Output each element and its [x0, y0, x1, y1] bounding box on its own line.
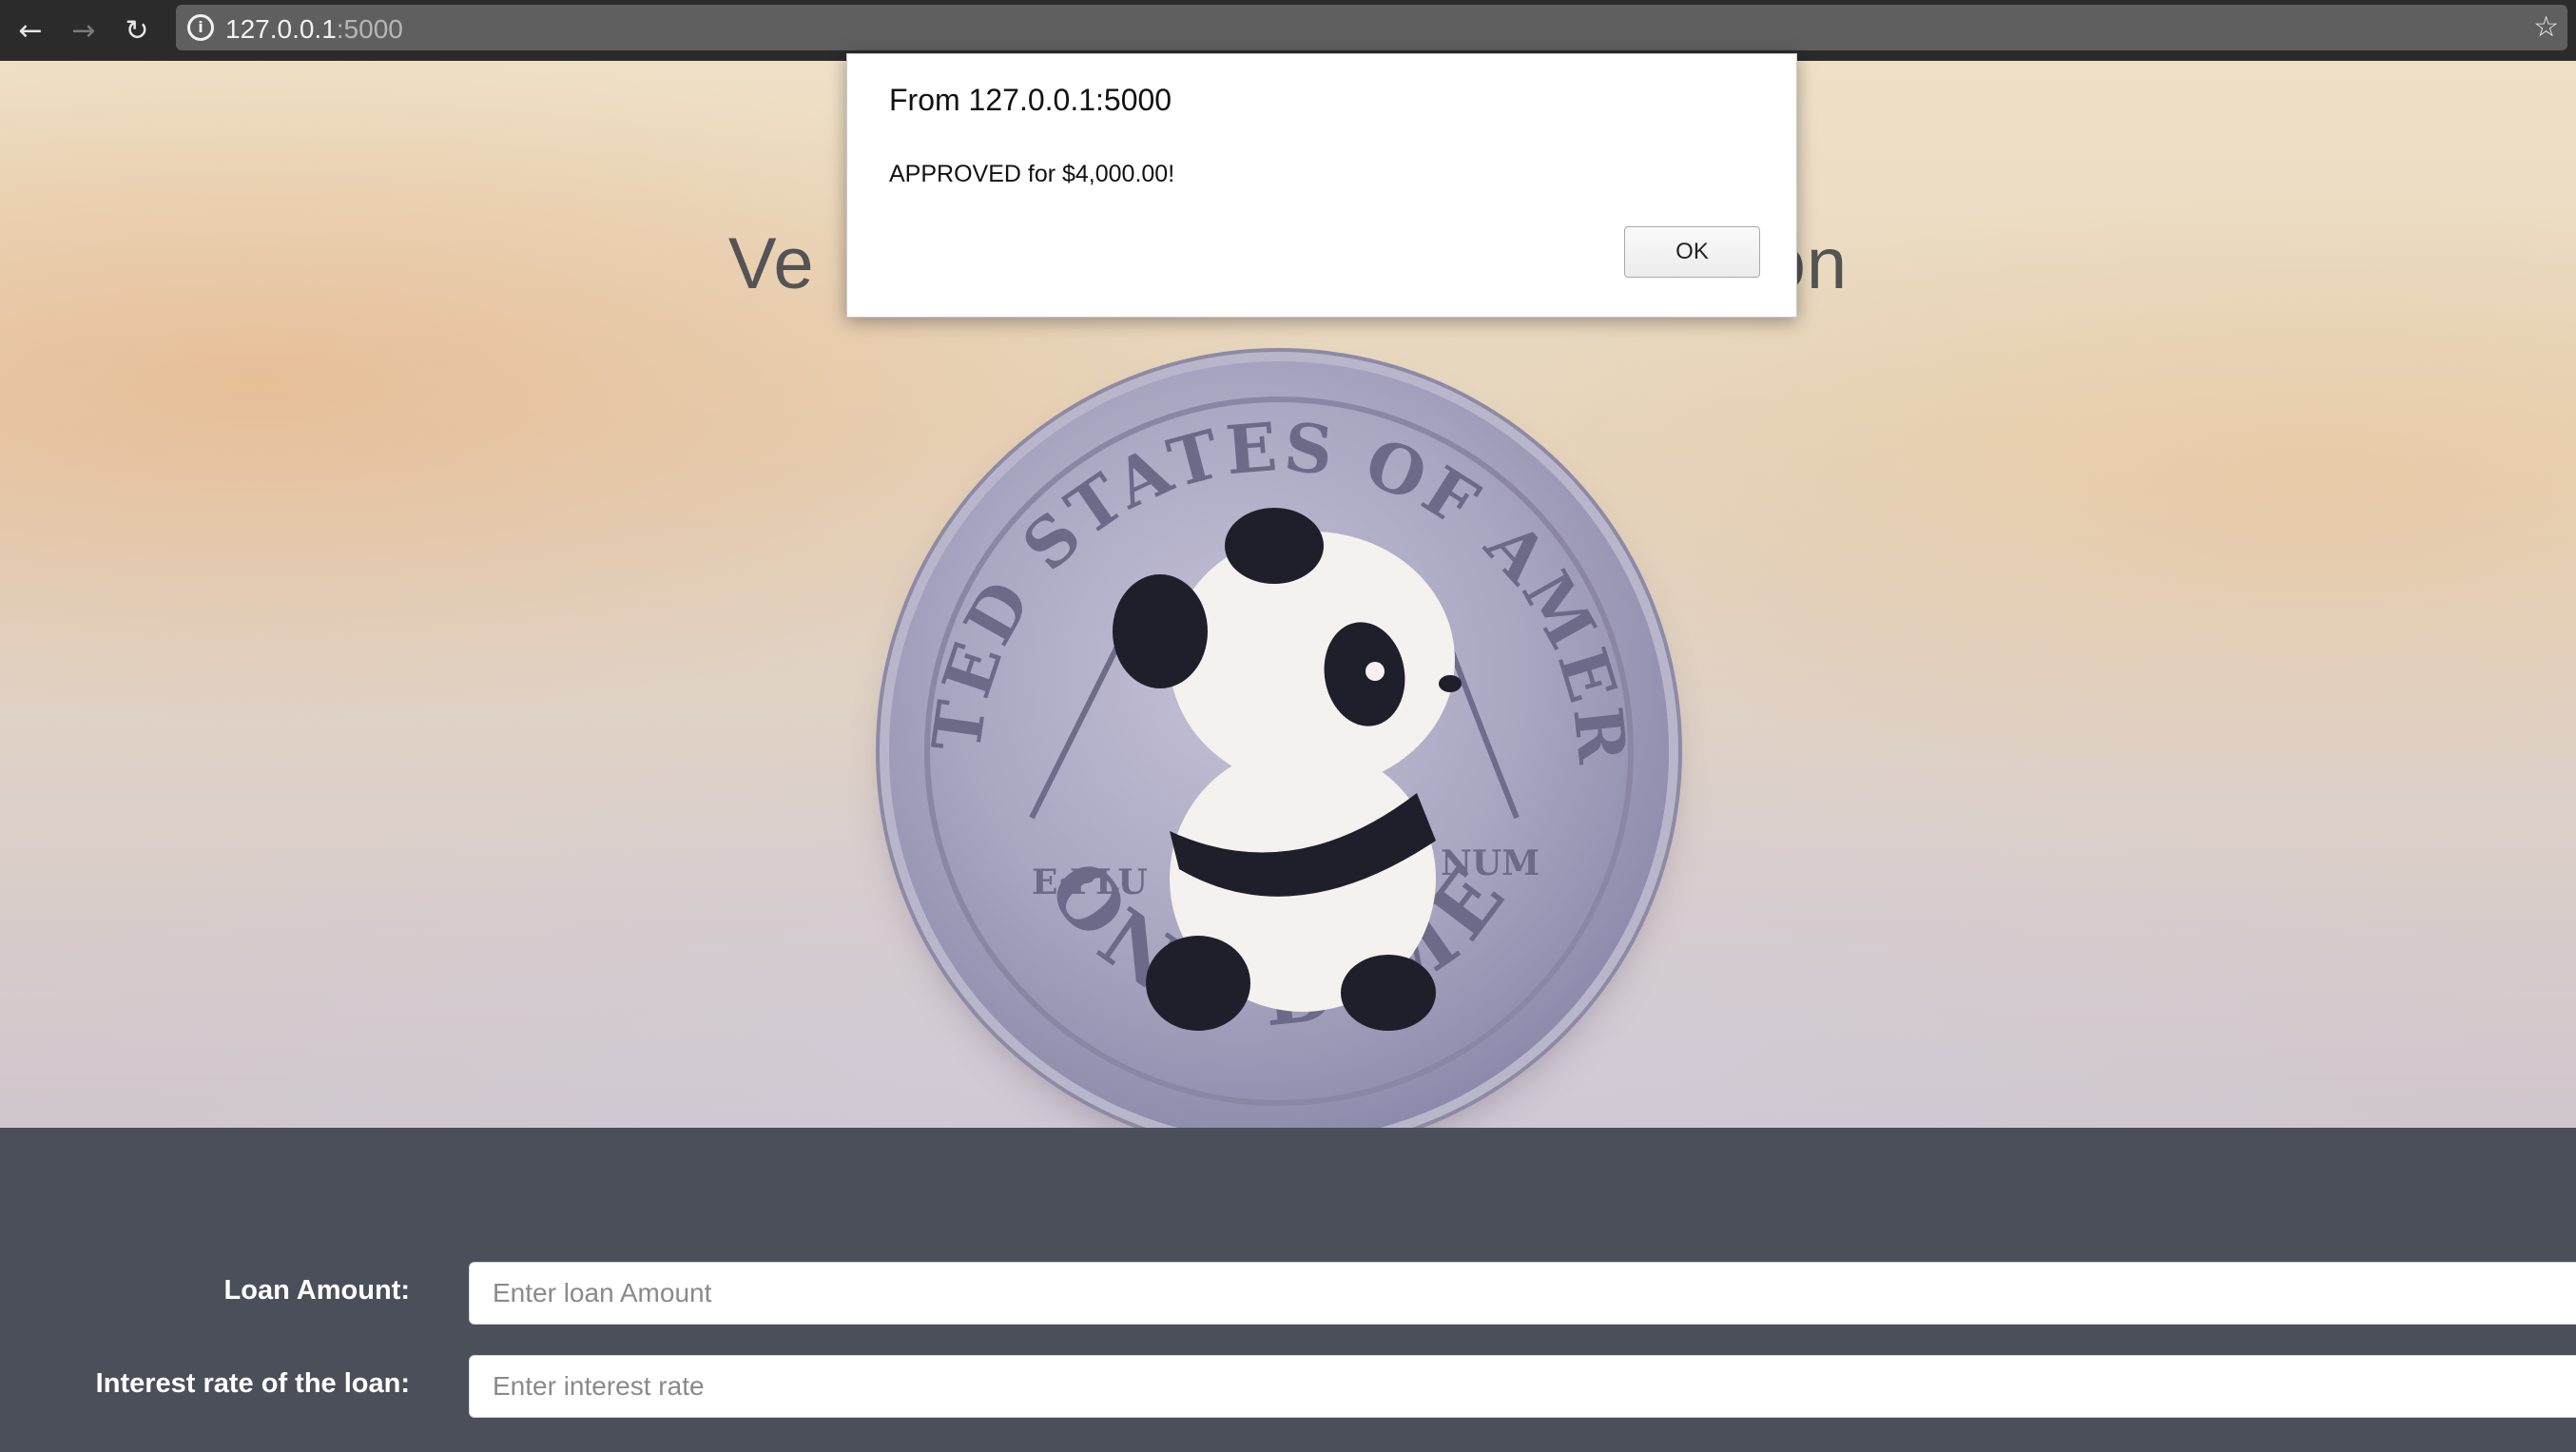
- reload-icon[interactable]: ↻: [118, 11, 156, 49]
- loan-amount-input[interactable]: [469, 1262, 2576, 1325]
- forward-icon[interactable]: →: [65, 11, 103, 49]
- interest-rate-input[interactable]: [469, 1355, 2576, 1418]
- browser-toolbar: ← → ↻ i 127.0.0.1:5000 ☆: [0, 0, 2576, 61]
- back-icon[interactable]: ←: [11, 11, 49, 49]
- address-bar[interactable]: i 127.0.0.1:5000: [176, 5, 2567, 50]
- interest-rate-label: Interest rate of the loan:: [95, 1368, 410, 1399]
- loan-form: Loan Amount: Interest rate of the loan:: [0, 1128, 2576, 1452]
- ok-button[interactable]: OK: [1624, 226, 1760, 278]
- url-host: 127.0.0.1: [225, 14, 337, 44]
- alert-dialog: From 127.0.0.1:5000 APPROVED for $4,000.…: [846, 53, 1797, 318]
- alert-origin: From 127.0.0.1:5000: [889, 83, 1172, 117]
- hero-title-left: Ve: [727, 223, 815, 304]
- panda-icon: [1113, 508, 1462, 1031]
- site-info-icon[interactable]: i: [187, 14, 214, 41]
- url-port: :5000: [336, 14, 403, 44]
- loan-amount-label: Loan Amount:: [223, 1275, 410, 1306]
- address-url[interactable]: 127.0.0.1:5000: [225, 14, 403, 45]
- bookmark-star-icon[interactable]: ☆: [2533, 10, 2559, 44]
- alert-message: APPROVED for $4,000.00!: [889, 161, 1175, 187]
